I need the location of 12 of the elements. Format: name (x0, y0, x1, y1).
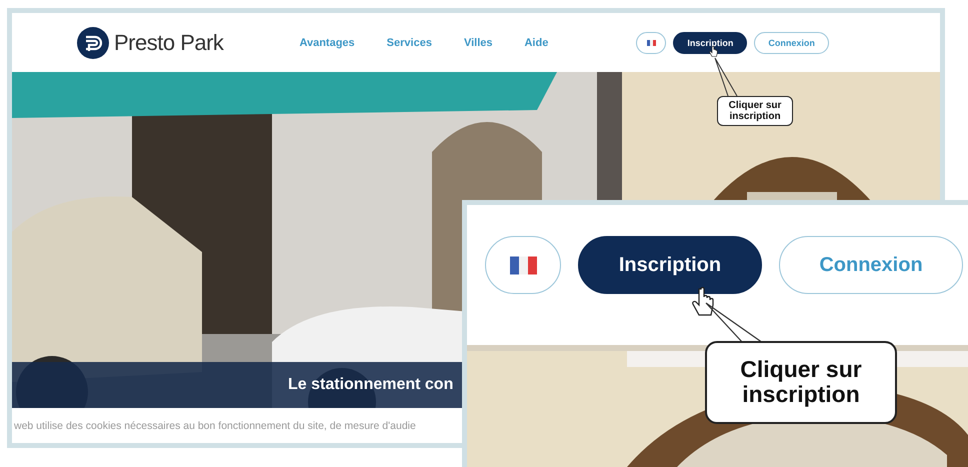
header-button[interactable]: Connexion (754, 32, 829, 54)
nav-link[interactable]: Avantages (299, 36, 355, 48)
cookie-notice: web utilise des cookies nécessaires au bon fonctionnement du site, de mesure d'audie (14, 420, 416, 432)
brand-name[interactable]: Presto Park (114, 30, 224, 56)
logo-icon (77, 26, 109, 58)
nav-link[interactable]: Villes (464, 36, 492, 48)
header-button[interactable]: Inscription (673, 32, 748, 54)
language-button[interactable] (636, 32, 666, 54)
hand-cursor-icon (709, 46, 718, 58)
flag-icon (646, 40, 656, 46)
nav-link[interactable]: Services (386, 36, 432, 48)
nav-link[interactable]: Aide (524, 36, 548, 48)
